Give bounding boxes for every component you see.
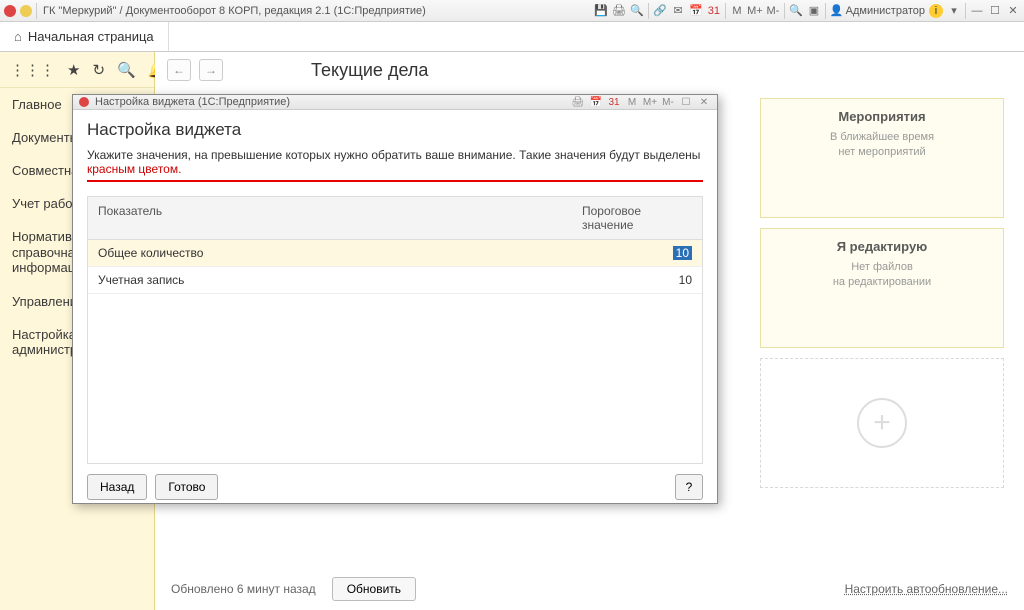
calendar-icon[interactable]: 31 bbox=[607, 95, 621, 109]
grid-cell-value[interactable]: 10 bbox=[572, 240, 702, 266]
threshold-grid: Показатель Пороговое значение Общее коли… bbox=[87, 196, 703, 464]
grid-row[interactable]: Общее количество 10 bbox=[88, 240, 702, 267]
refresh-button[interactable]: Обновить bbox=[332, 577, 416, 601]
widget-title: Мероприятия bbox=[838, 109, 925, 124]
widget-events[interactable]: Мероприятия В ближайшее время нет меропр… bbox=[760, 98, 1004, 218]
widget-settings-dialog: Настройка виджета (1С:Предприятие) 🖨 📅 3… bbox=[72, 94, 718, 504]
panel-icon[interactable]: ▣ bbox=[807, 4, 821, 18]
favorite-icon[interactable]: ★ bbox=[67, 61, 80, 79]
calc-icon[interactable]: 📅 bbox=[689, 4, 703, 18]
save-icon[interactable]: 💾 bbox=[594, 4, 608, 18]
grid-cell-value[interactable]: 10 bbox=[572, 267, 702, 293]
done-button[interactable]: Готово bbox=[155, 474, 218, 500]
memory-m-icon[interactable]: M bbox=[730, 4, 744, 18]
back-button[interactable]: Назад bbox=[87, 474, 147, 500]
grid-cell-label: Учетная запись bbox=[88, 267, 572, 293]
nav-back-button[interactable]: ← bbox=[167, 59, 191, 81]
user-label[interactable]: 👤Администратор bbox=[830, 4, 925, 17]
dialog-titlebar: Настройка виджета (1С:Предприятие) 🖨 📅 3… bbox=[73, 95, 717, 110]
user-icon: 👤 bbox=[830, 4, 844, 17]
memory-mminus-icon[interactable]: M- bbox=[661, 95, 675, 109]
dialog-hint: Укажите значения, на превышение которых … bbox=[87, 148, 703, 182]
separator bbox=[725, 3, 726, 19]
sidebar-quickbar: ⋮⋮⋮ ★ ↻ 🔍 🔔 bbox=[0, 52, 154, 88]
dialog-title: Настройка виджета (1С:Предприятие) bbox=[95, 96, 290, 108]
separator bbox=[784, 3, 785, 19]
search-icon[interactable]: 🔍 bbox=[117, 61, 136, 79]
nav-forward-button[interactable]: → bbox=[199, 59, 223, 81]
updated-label: Обновлено 6 минут назад bbox=[171, 582, 316, 596]
memory-m-icon[interactable]: M bbox=[625, 95, 639, 109]
maximize-icon[interactable]: ☐ bbox=[679, 95, 693, 109]
tab-label: Начальная страница bbox=[28, 29, 154, 44]
widget-text: Нет файлов на редактировании bbox=[833, 260, 931, 291]
help-button[interactable]: ? bbox=[675, 474, 703, 500]
plus-icon: + bbox=[857, 398, 907, 448]
print-icon[interactable]: 🖨 bbox=[571, 95, 585, 109]
widget-text: В ближайшее время нет мероприятий bbox=[830, 130, 934, 161]
grid-row[interactable]: Учетная запись 10 bbox=[88, 267, 702, 294]
grid-header-indicator: Показатель bbox=[88, 197, 572, 239]
footer: Обновлено 6 минут назад Обновить Настрои… bbox=[155, 568, 1024, 610]
main-toolbar: ← → Текущие дела bbox=[155, 52, 1024, 88]
maximize-icon[interactable]: ☐ bbox=[988, 4, 1002, 18]
app-icon bbox=[4, 5, 16, 17]
close-icon[interactable]: ✕ bbox=[697, 95, 711, 109]
grid-cell-label: Общее количество bbox=[88, 240, 572, 266]
separator bbox=[825, 3, 826, 19]
close-icon[interactable]: ✕ bbox=[1006, 4, 1020, 18]
grid-header: Показатель Пороговое значение bbox=[88, 197, 702, 240]
dropdown-icon[interactable]: ▾ bbox=[947, 4, 961, 18]
apps-icon[interactable]: ⋮⋮⋮ bbox=[10, 61, 55, 79]
mail-icon[interactable]: ✉ bbox=[671, 4, 685, 18]
search-icon[interactable]: 🔍 bbox=[630, 4, 644, 18]
separator bbox=[648, 3, 649, 19]
home-icon: ⌂ bbox=[14, 29, 22, 44]
dialog-footer: Назад Готово ? bbox=[87, 464, 703, 500]
link-icon[interactable]: 🔗 bbox=[653, 4, 667, 18]
widget-add[interactable]: + bbox=[760, 358, 1004, 488]
app-status-icon bbox=[20, 5, 32, 17]
print-icon[interactable]: 🖨 bbox=[612, 4, 626, 18]
memory-mplus-icon[interactable]: M+ bbox=[643, 95, 657, 109]
history-icon[interactable]: ↻ bbox=[92, 61, 105, 79]
memory-mminus-icon[interactable]: M- bbox=[766, 4, 780, 18]
grid-header-threshold: Пороговое значение bbox=[572, 197, 702, 239]
separator bbox=[965, 3, 966, 19]
dialog-icon bbox=[79, 97, 89, 107]
app-titlebar: ГК "Меркурий" / Документооборот 8 КОРП, … bbox=[0, 0, 1024, 22]
widget-title: Я редактирую bbox=[837, 239, 928, 254]
memory-mplus-icon[interactable]: M+ bbox=[748, 4, 762, 18]
calc-icon[interactable]: 📅 bbox=[589, 95, 603, 109]
dialog-heading: Настройка виджета bbox=[87, 120, 703, 140]
minimize-icon[interactable]: — bbox=[970, 4, 984, 18]
tab-bar: ⌂ Начальная страница bbox=[0, 22, 1024, 52]
info-icon[interactable]: i bbox=[929, 4, 943, 18]
calendar-icon[interactable]: 31 bbox=[707, 4, 721, 18]
auto-refresh-link[interactable]: Настроить автообновление... bbox=[845, 582, 1008, 596]
tab-home[interactable]: ⌂ Начальная страница bbox=[0, 22, 169, 51]
page-title: Текущие дела bbox=[311, 60, 428, 81]
separator bbox=[36, 3, 37, 19]
widget-editing[interactable]: Я редактирую Нет файлов на редактировани… bbox=[760, 228, 1004, 348]
zoom-icon[interactable]: 🔍 bbox=[789, 4, 803, 18]
window-title: ГК "Меркурий" / Документооборот 8 КОРП, … bbox=[43, 5, 426, 17]
widgets-column: Мероприятия В ближайшее время нет меропр… bbox=[752, 88, 1012, 568]
